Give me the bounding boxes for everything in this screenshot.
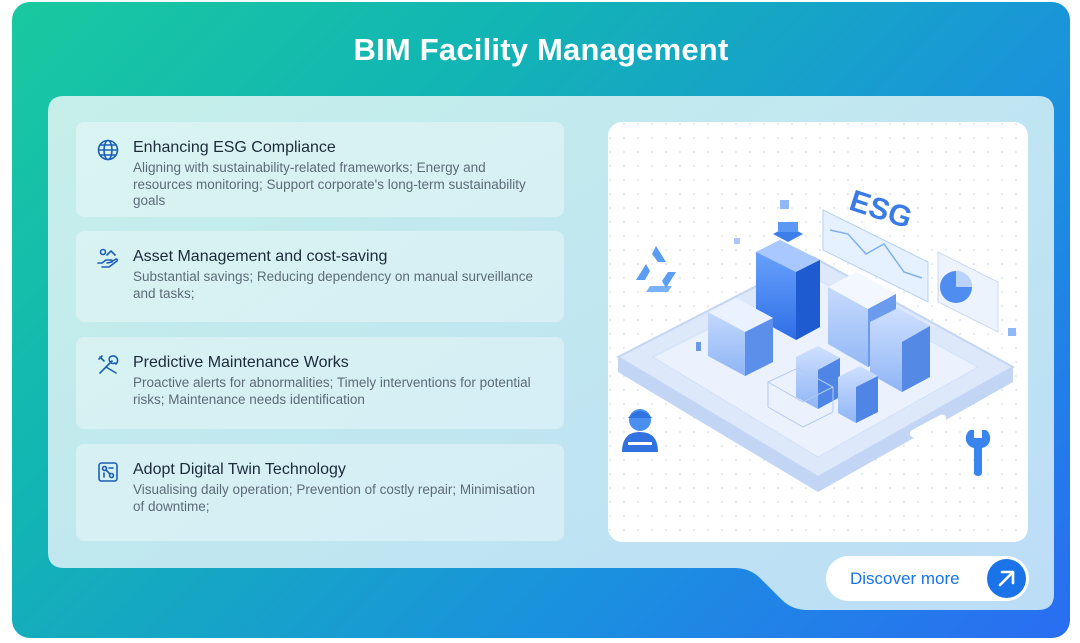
feature-card-asset: Asset Management and cost-saving Substan… [76, 231, 564, 322]
page-title: BIM Facility Management [353, 32, 729, 67]
feature-card-maintenance: Predictive Maintenance Works Proactive a… [76, 337, 564, 429]
feature-description: Substantial savings; Reducing dependency… [133, 269, 534, 301]
hero-section: BIM Facility Management Enhancing ESG Co… [12, 2, 1070, 638]
discover-more-label: Discover more [850, 569, 960, 588]
globe-icon [96, 138, 120, 162]
content-panel: Enhancing ESG Compliance Aligning with s… [48, 96, 1054, 610]
digital-twin-icon [96, 460, 120, 484]
feature-card-digital-twin: Adopt Digital Twin Technology Visualisin… [76, 444, 564, 541]
feature-title: Predictive Maintenance Works [133, 354, 349, 371]
hand-coin-icon [96, 247, 120, 271]
feature-title: Adopt Digital Twin Technology [133, 461, 346, 478]
feature-card-esg: Enhancing ESG Compliance Aligning with s… [76, 122, 564, 217]
esg-illustration: ESG [608, 122, 1028, 542]
arrow-up-right-icon [987, 559, 1026, 598]
feature-title: Enhancing ESG Compliance [133, 139, 336, 156]
tools-icon [96, 353, 120, 377]
feature-description: Visualising daily operation; Prevention … [133, 482, 535, 514]
feature-description: Aligning with sustainability-related fra… [133, 160, 526, 208]
discover-more-button[interactable]: Discover more [826, 556, 1029, 601]
feature-title: Asset Management and cost-saving [133, 248, 388, 265]
feature-description: Proactive alerts for abnormalities; Time… [133, 375, 531, 407]
